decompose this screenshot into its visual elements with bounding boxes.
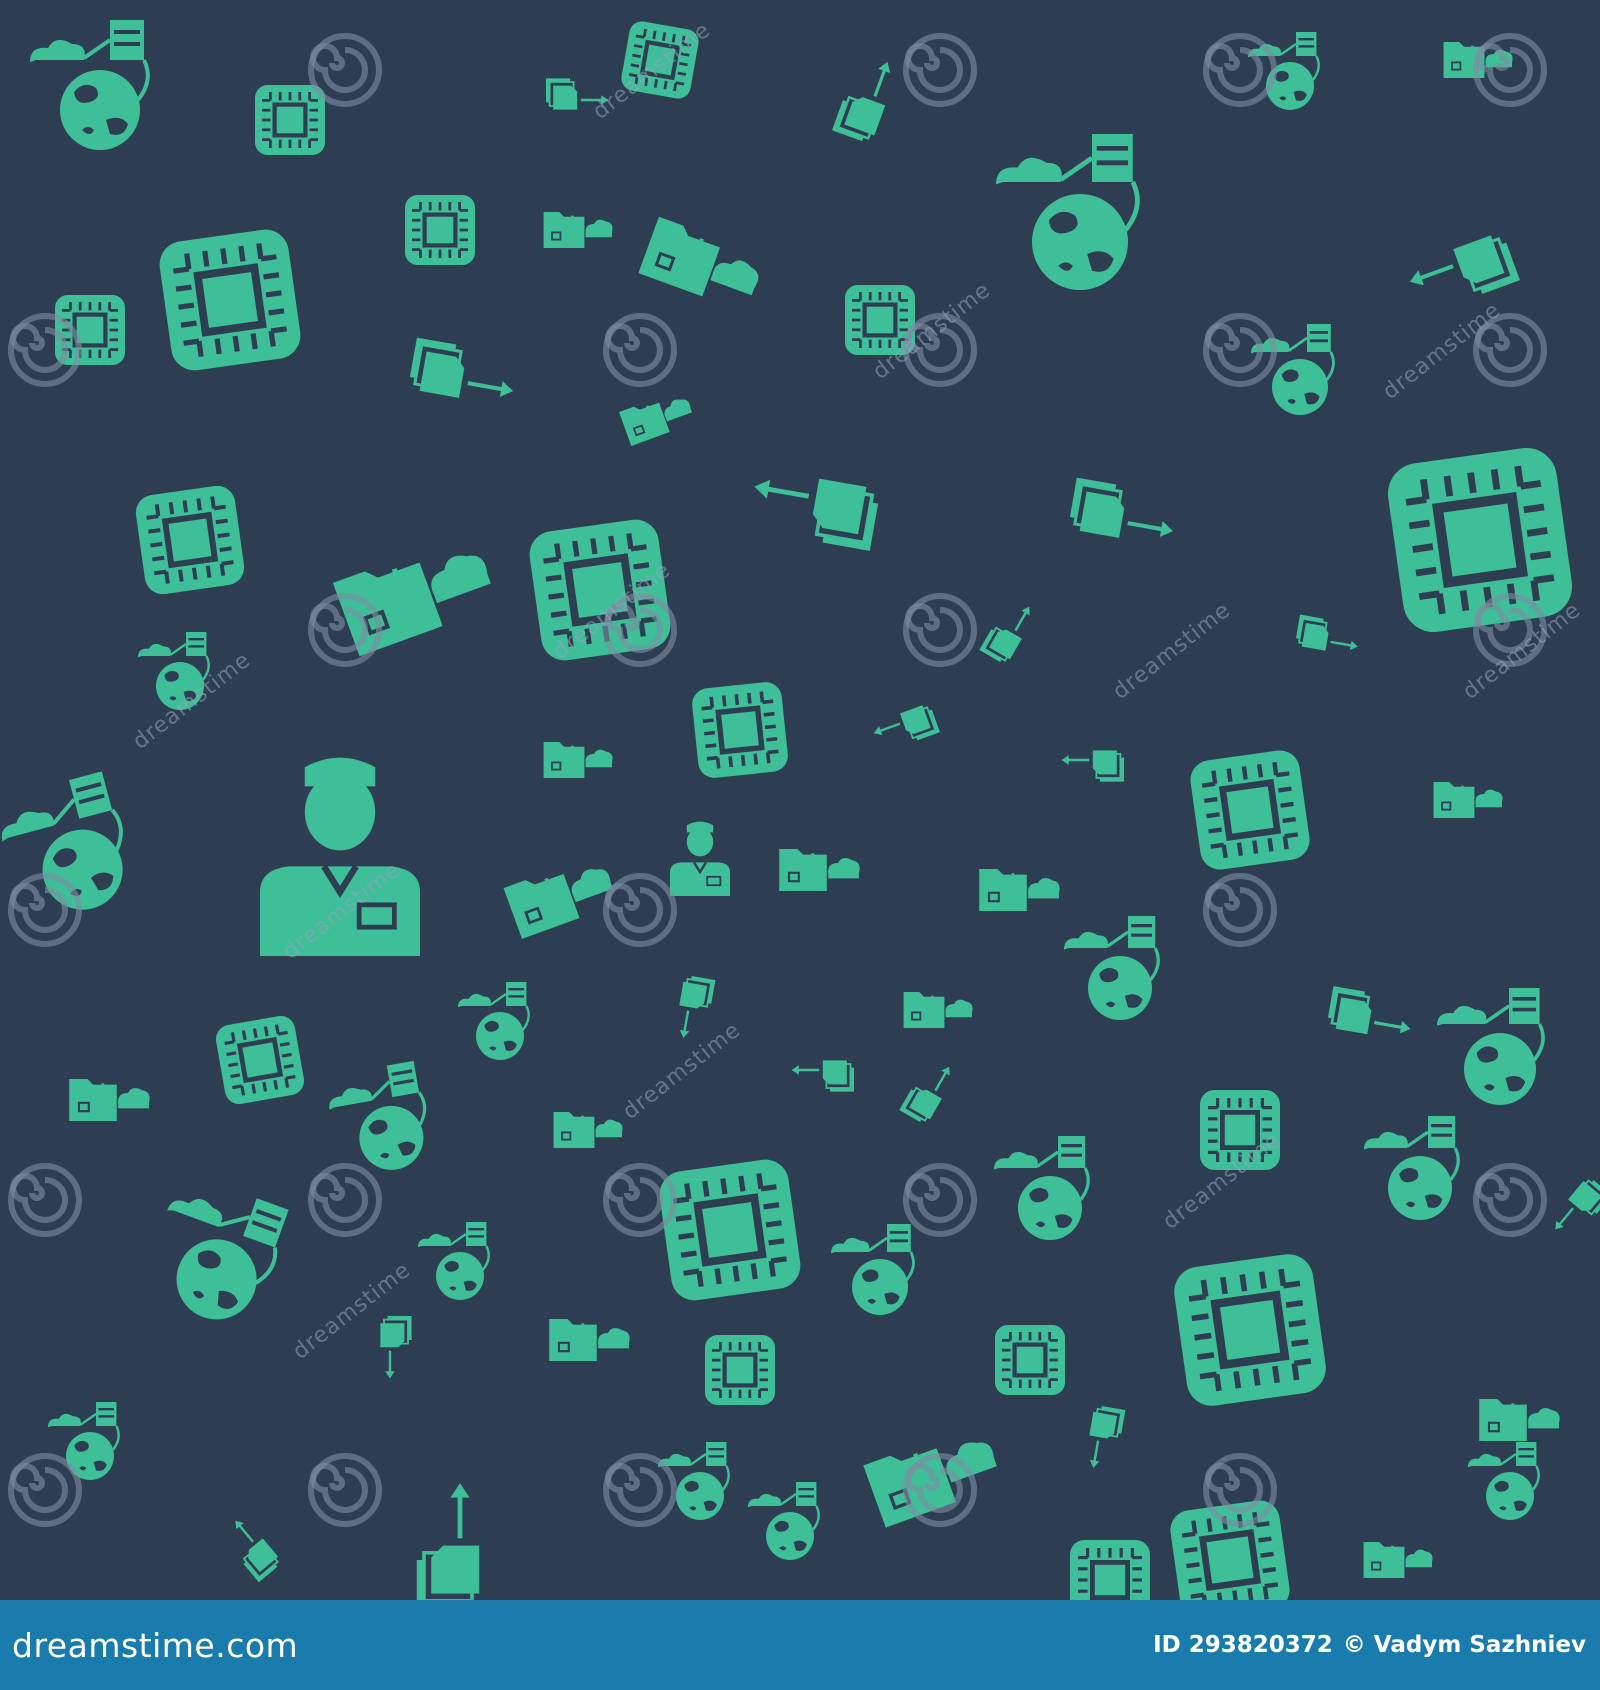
globe-network-icon [1249, 322, 1335, 417]
chip-icon [1188, 748, 1312, 872]
watermark-swirl-icon [906, 596, 974, 664]
globe-network-icon [992, 1134, 1090, 1242]
chip-icon [705, 1335, 775, 1405]
globe-network-icon [416, 1220, 490, 1302]
chip-icon [1171, 1251, 1329, 1409]
globe-network-icon [135, 1168, 295, 1336]
globe-network-icon [1362, 1114, 1460, 1222]
folder-cloud-icon [636, 214, 769, 315]
documents-arrow-icon [217, 1513, 284, 1584]
documents-arrow-icon [417, 1483, 479, 1600]
folder-cloud-icon [552, 1110, 624, 1150]
watermark-swirl-icon [1206, 876, 1274, 944]
watermark-text: dreamstime [288, 1258, 415, 1365]
folder-cloud-icon [542, 740, 614, 780]
documents-arrow-icon [1060, 749, 1126, 783]
chip-icon [995, 1325, 1065, 1395]
documents-arrow-icon [379, 1314, 413, 1380]
documents-arrow-icon [1546, 1174, 1600, 1245]
documents-arrow-icon [1402, 229, 1522, 318]
watermark-swirl-icon [906, 36, 974, 104]
globe-network-icon [1466, 1440, 1540, 1522]
watermark-swirl-icon [11, 876, 79, 944]
chip-icon [691, 681, 790, 780]
chip-icon [657, 1157, 804, 1304]
watermark-swirl-icon [11, 1166, 79, 1234]
watermark-text: dreamstime [1108, 598, 1235, 705]
folder-cloud-icon [617, 387, 698, 448]
documents-arrow-icon [869, 701, 942, 755]
folder-cloud-icon [1477, 1397, 1562, 1443]
watermark-text: dreamstime [128, 648, 255, 755]
watermark-swirl-icon [906, 1166, 974, 1234]
globe-network-icon [322, 1058, 437, 1181]
footer-bar: dreamstime.com ID 293820372 © Vadym Sazh… [0, 1600, 1600, 1690]
documents-arrow-icon [1065, 475, 1182, 549]
documents-arrow-icon [790, 1059, 856, 1093]
technician-icon [668, 820, 732, 898]
watermark-swirl-icon [311, 1166, 379, 1234]
chip-icon [134, 484, 247, 597]
stock-image: dreamstime dreamstime dreamstime dreamstime… [0, 0, 1600, 1690]
icon-layer [0, 19, 1600, 1600]
chip-icon [1168, 1498, 1292, 1600]
watermark-swirl-icon [606, 876, 674, 944]
watermark-swirl-icon [1476, 1166, 1544, 1234]
documents-arrow-icon [1082, 1403, 1127, 1473]
seamless-icon-pattern: dreamstimedreamstimedreamstimedreamstime… [0, 0, 1600, 1600]
watermark-swirl-icon [606, 1456, 674, 1524]
globe-network-icon [0, 768, 142, 929]
chip-icon [214, 1014, 307, 1107]
folder-cloud-icon [501, 851, 621, 941]
globe-network-icon [1435, 986, 1545, 1107]
folder-cloud-icon [977, 867, 1062, 913]
folder-cloud-icon [1432, 780, 1504, 820]
documents-arrow-icon [747, 468, 881, 551]
image-id: ID 293820372 [1153, 1632, 1333, 1658]
watermark-swirl-icon [606, 316, 674, 384]
documents-arrow-icon [830, 50, 902, 147]
folder-cloud-icon [1362, 1540, 1434, 1580]
watermark-swirl-icon [1206, 36, 1274, 104]
chip-icon [1070, 1540, 1150, 1600]
folder-cloud-icon [902, 990, 974, 1030]
watermark-swirl-icon [11, 1456, 79, 1524]
documents-arrow-icon [672, 973, 717, 1043]
folder-cloud-icon [547, 1317, 632, 1363]
folder-cloud-icon [67, 1077, 152, 1123]
documents-arrow-icon [405, 335, 522, 409]
globe-network-icon [746, 1480, 820, 1562]
globe-network-icon [1062, 914, 1160, 1022]
globe-network-icon [829, 1222, 915, 1317]
documents-arrow-icon [898, 1054, 959, 1127]
documents-arrow-icon [1293, 613, 1363, 658]
image-credit: ID 293820372 © Vadym Sazhniev [1153, 1632, 1586, 1658]
globe-network-icon [28, 18, 150, 152]
globe-network-icon [46, 1400, 120, 1482]
chip-icon [405, 195, 475, 265]
brand-logo-text[interactable]: dreamstime.com [12, 1626, 298, 1665]
watermark-swirl-icon [311, 1456, 379, 1524]
globe-network-icon [996, 134, 1137, 290]
documents-arrow-icon [1324, 984, 1418, 1044]
globe-network-icon [456, 980, 530, 1062]
watermark-swirl-icon [311, 36, 379, 104]
chip-icon [255, 85, 325, 155]
folder-cloud-icon [777, 847, 862, 893]
watermark-swirl-icon [1476, 36, 1544, 104]
chip-icon [157, 227, 304, 374]
documents-arrow-icon [978, 594, 1039, 667]
image-author: © Vadym Sazhniev [1342, 1632, 1586, 1658]
folder-cloud-icon [542, 210, 614, 250]
folder-cloud-icon [333, 532, 500, 656]
